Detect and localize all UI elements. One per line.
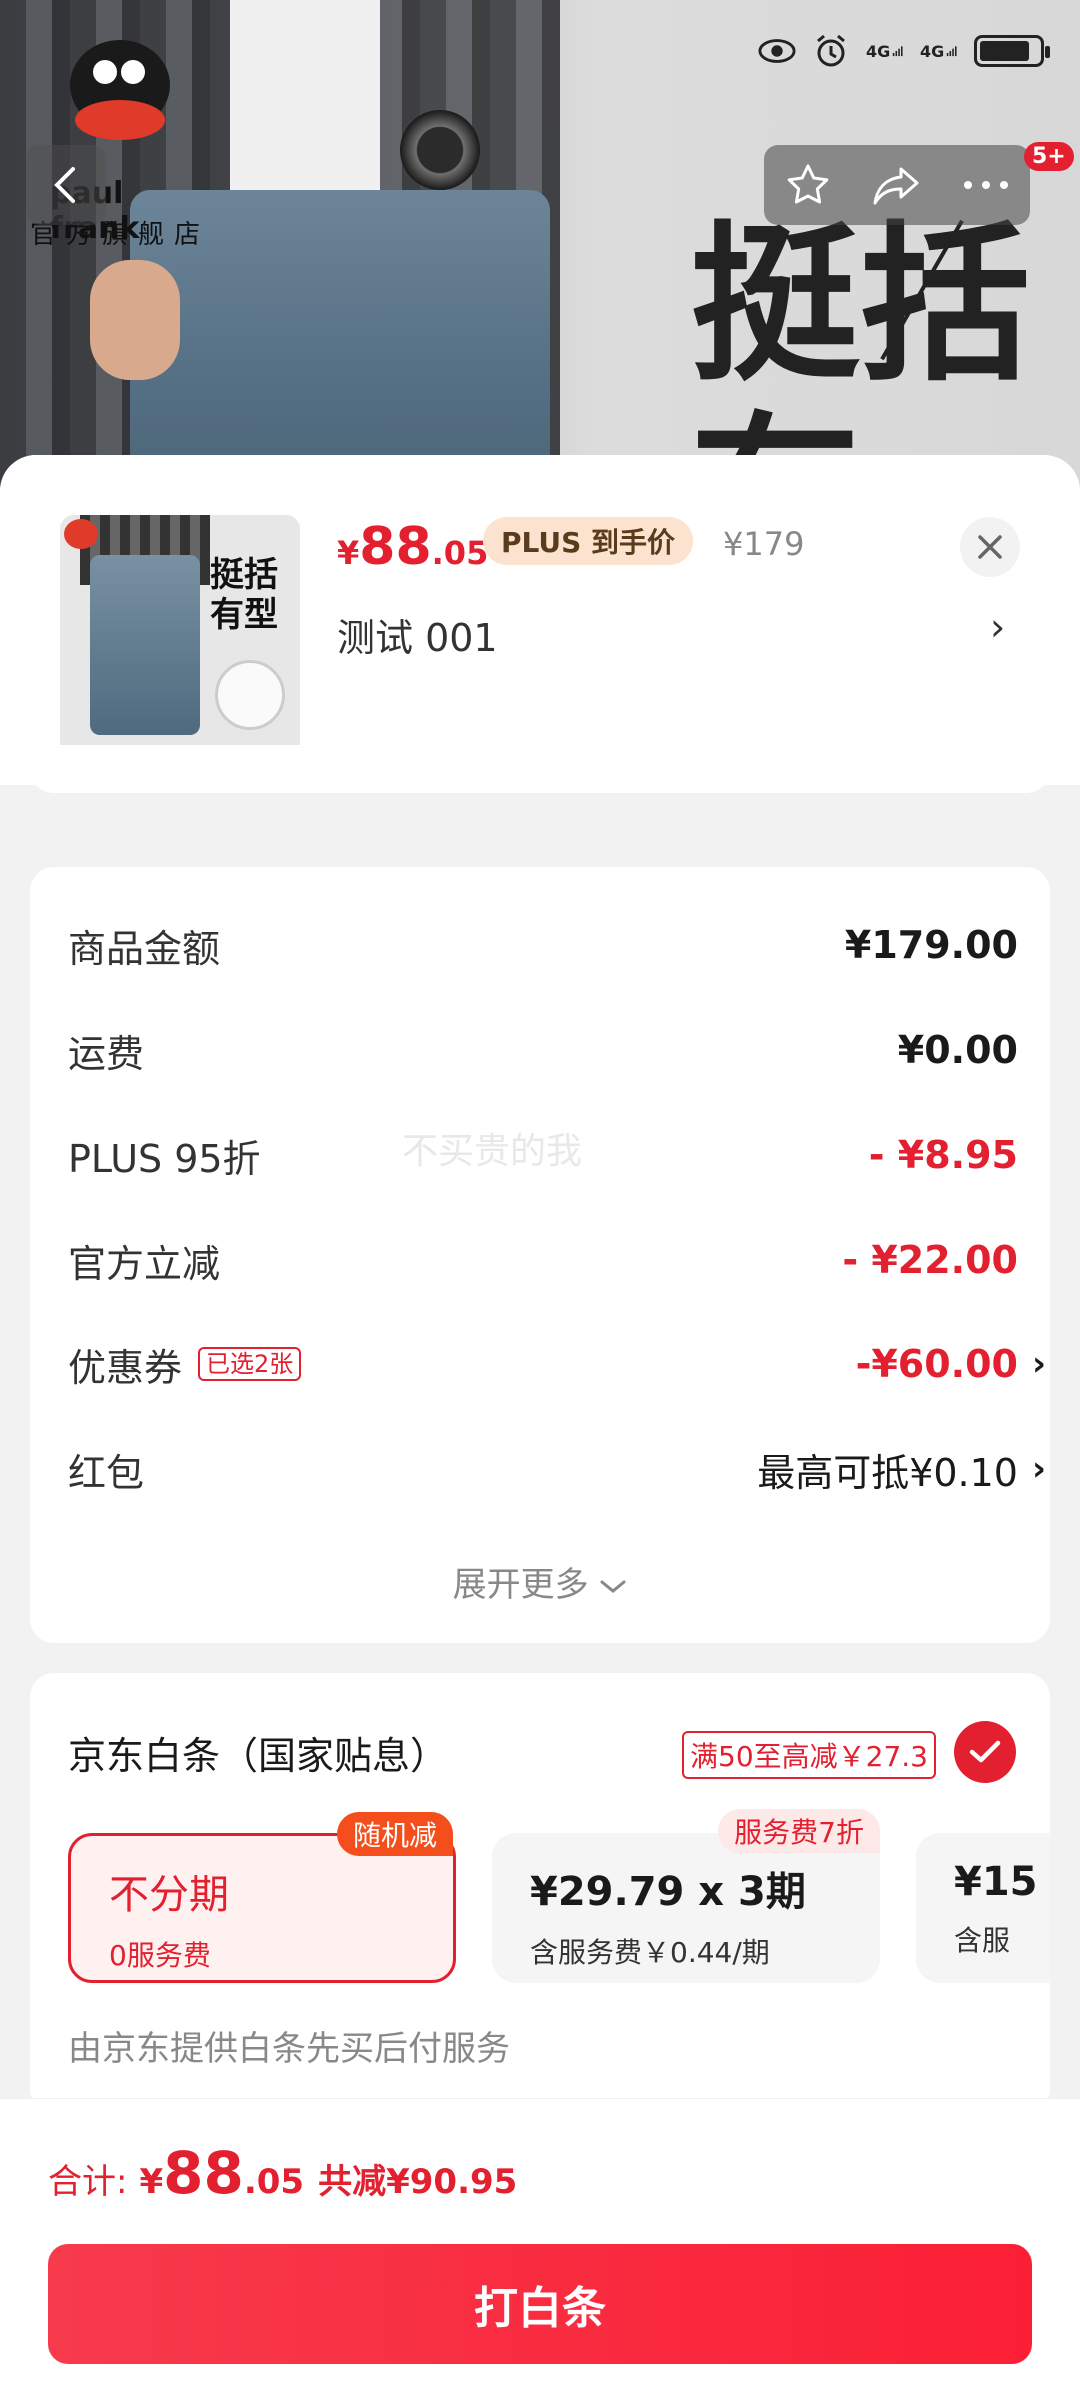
product-price: ¥ 88 .05 bbox=[337, 517, 489, 577]
chevron-right-icon[interactable]: › bbox=[990, 605, 1005, 649]
signal-icon-2: 4G bbox=[920, 34, 958, 68]
banner-watch bbox=[400, 110, 480, 190]
plan-main: ¥29.79 x 3期 bbox=[530, 1869, 806, 1915]
product-summary: 挺括有型 ¥ 88 .05 PLUS 到手价 ¥179 测试 001 › bbox=[0, 455, 1080, 785]
close-button[interactable] bbox=[960, 517, 1020, 577]
action-bar bbox=[764, 145, 1030, 225]
order-total: 合计: ¥ 88 .05 共减¥90.95 bbox=[48, 2139, 518, 2207]
product-thumbnail[interactable]: 挺括有型 bbox=[60, 515, 300, 755]
close-icon bbox=[978, 535, 1002, 559]
star-icon bbox=[788, 164, 829, 204]
coupon-label: 优惠券 bbox=[68, 1345, 183, 1390]
network-type-2: 4G bbox=[920, 41, 945, 61]
share-button[interactable] bbox=[865, 153, 929, 217]
plan-main: ¥15 bbox=[954, 1859, 1038, 1905]
network-type: 4G bbox=[866, 41, 891, 61]
banner-hand bbox=[90, 260, 180, 380]
plan-tag: 服务费7折 bbox=[718, 1809, 880, 1853]
baitiao-card: 京东白条（国家贴息） 满50至高减￥27.3 随机减 不分期 0服务费 服务费7… bbox=[30, 1673, 1050, 2113]
original-price: ¥179 bbox=[723, 525, 805, 563]
plan-more-installments[interactable]: ¥15 含服 bbox=[916, 1833, 1050, 1983]
battery-icon bbox=[974, 35, 1050, 67]
chevron-left-icon bbox=[54, 167, 75, 203]
eye-icon bbox=[758, 34, 796, 68]
thumb-text: 挺括有型 bbox=[210, 555, 278, 635]
plan-sub: 含服务费￥0.44/期 bbox=[530, 1936, 770, 1969]
back-button[interactable] bbox=[26, 145, 106, 225]
alarm-icon bbox=[812, 34, 850, 68]
baitiao-select-toggle[interactable] bbox=[954, 1721, 1016, 1783]
red-packet-value: 最高可抵¥0.10 bbox=[757, 1450, 1018, 1495]
more-icon bbox=[963, 181, 1008, 189]
plan-tag: 随机减 bbox=[336, 1812, 453, 1856]
chevron-down-icon bbox=[600, 1580, 626, 1593]
plan-main: 不分期 bbox=[109, 1872, 229, 1918]
card-divider bbox=[30, 745, 1050, 793]
share-icon bbox=[873, 167, 919, 205]
coupon-count-badge: 已选2张 bbox=[198, 1347, 302, 1381]
plan-no-installment[interactable]: 随机减 不分期 0服务费 bbox=[68, 1812, 456, 1983]
baitiao-footer: 由京东提供白条先买后付服务 bbox=[68, 2029, 510, 2069]
status-bar: 4G 4G bbox=[758, 34, 1050, 68]
cost-row-red-packet[interactable]: 红包 最高可抵¥0.10 › bbox=[68, 1439, 1046, 1499]
chevron-right-icon: › bbox=[1031, 1344, 1046, 1384]
more-button[interactable] bbox=[954, 153, 1018, 217]
baitiao-promo-tag: 满50至高减￥27.3 bbox=[682, 1731, 936, 1779]
thumb-badge-icon bbox=[215, 660, 285, 730]
banner-tee bbox=[230, 0, 380, 200]
message-badge: 5+ bbox=[1024, 142, 1074, 171]
total-discount: 共减¥90.95 bbox=[318, 2162, 518, 2202]
checkout-bar: 合计: ¥ 88 .05 共减¥90.95 打白条 bbox=[0, 2098, 1080, 2400]
cost-row-goods: 商品金额 ¥179.00 bbox=[68, 923, 1018, 971]
plus-price-tag: PLUS 到手价 bbox=[483, 517, 694, 565]
favorite-button[interactable] bbox=[776, 153, 840, 217]
expand-more-button[interactable]: 展开更多 bbox=[30, 1557, 1050, 1606]
cost-row-official-discount: 官方立减 - ¥22.00 bbox=[68, 1238, 1018, 1286]
monkey-logo-icon bbox=[55, 30, 185, 140]
pay-with-baitiao-button[interactable]: 打白条 bbox=[48, 2244, 1032, 2364]
baitiao-title: 京东白条（国家贴息） bbox=[68, 1734, 449, 1778]
plan-sub: 含服 bbox=[954, 1924, 1011, 1957]
check-icon bbox=[969, 1740, 1001, 1763]
installment-plans: 随机减 不分期 0服务费 服务费7折 ¥29.79 x 3期 含服务费￥0.44… bbox=[68, 1809, 1050, 1993]
coupon-value: -¥60.00 bbox=[855, 1342, 1018, 1386]
thumb-logo-icon bbox=[64, 519, 98, 549]
watermark-text: 不买贵的我 bbox=[402, 1131, 583, 1172]
plan-sub: 0服务费 bbox=[109, 1939, 211, 1972]
plan-3-installments[interactable]: 服务费7折 ¥29.79 x 3期 含服务费￥0.44/期 bbox=[492, 1809, 880, 1983]
signal-icon: 4G bbox=[866, 34, 904, 68]
cost-row-coupon[interactable]: 优惠券 已选2张 -¥60.00 › bbox=[68, 1334, 1046, 1394]
cost-breakdown: 商品金额 ¥179.00 运费 ¥0.00 PLUS 95折 - ¥8.95 不… bbox=[30, 867, 1050, 1643]
chevron-right-icon: › bbox=[1031, 1449, 1046, 1489]
selected-spec[interactable]: 测试 001 bbox=[337, 607, 498, 662]
cost-row-shipping: 运费 ¥0.00 bbox=[68, 1028, 1018, 1076]
